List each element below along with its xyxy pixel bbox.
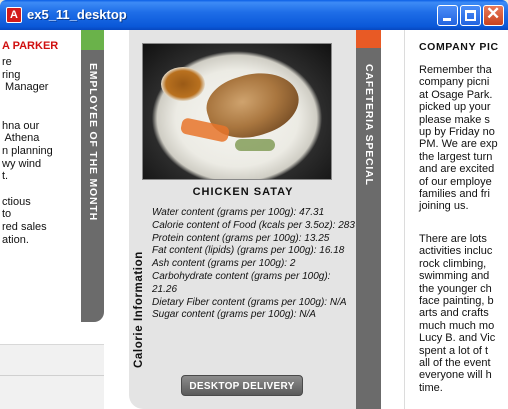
nutrition-item: Water content (grams per 100g): 47.31 [152, 207, 325, 218]
title-bar[interactable]: A ex5_11_desktop ✕ [0, 0, 508, 30]
company-picnic-activities-text: There are lots activities incluc rock cl… [419, 233, 496, 394]
company-picnic-text: Remember tha company picni at Osage Park… [419, 64, 498, 213]
nutrition-item: Sugar content (grams per 100g): N/A [152, 309, 316, 321]
company-picnic-panel: COMPANY PIC Remember tha company picni a… [404, 30, 508, 409]
employee-of-month-label: EMPLOYEE OF THE MONTH [87, 63, 99, 221]
nutrition-item: Carbohydrate content (grams per 100g): 2… [152, 270, 331, 295]
nutrition-item: Fat content (lipids) (grams per 100g): 1… [152, 245, 345, 257]
tab-accent-orange [356, 30, 381, 48]
dish-title: CHICKEN SATAY [192, 186, 294, 198]
minimize-icon [443, 18, 451, 21]
minimize-button[interactable] [437, 5, 458, 26]
nutrition-item: Dietary Fiber content (grams per 100g): … [152, 296, 347, 308]
lower-left-panel [0, 344, 104, 409]
cafeteria-special-label: CAFETERIA SPECIAL [363, 64, 375, 186]
desktop-delivery-button[interactable]: DESKTOP DELIVERY [181, 375, 303, 396]
employee-name: A PARKER [2, 40, 59, 52]
content-area: A PARKER re ring Manager hna our Athena … [0, 30, 508, 409]
nutrition-item: Ash content (grams per 100g): 2 [152, 258, 296, 270]
close-button[interactable]: ✕ [483, 4, 504, 26]
calorie-information-label: Calorie Information [133, 251, 145, 368]
maximize-icon [465, 10, 476, 21]
chicken-satay-photo [142, 43, 332, 180]
nutrition-item: Protein content (grams per 100g): 13.25 [152, 232, 330, 244]
employee-of-month-tab[interactable]: EMPLOYEE OF THE MONTH [81, 30, 104, 322]
greens-garnish [235, 139, 275, 151]
acrobat-icon: A [6, 7, 22, 23]
cafeteria-special-tab[interactable]: CAFETERIA SPECIAL [356, 30, 381, 409]
sauce-bowl [161, 67, 205, 101]
company-picnic-title: COMPANY PIC [419, 41, 499, 53]
employee-panel: A PARKER re ring Manager hna our Athena … [0, 30, 104, 322]
nutrition-list: Water content (grams per 100g): 47.31 Ca… [152, 207, 357, 322]
divider [0, 375, 104, 376]
employee-text: re ring Manager hna our Athena n plannin… [2, 56, 53, 246]
divider [404, 30, 405, 409]
tab-accent-green [81, 30, 104, 50]
nutrition-item: Calorie content of Food (kcals per 3.5oz… [152, 219, 355, 231]
maximize-button[interactable] [460, 5, 481, 26]
window-title: ex5_11_desktop [27, 7, 127, 22]
close-icon: ✕ [486, 4, 501, 23]
